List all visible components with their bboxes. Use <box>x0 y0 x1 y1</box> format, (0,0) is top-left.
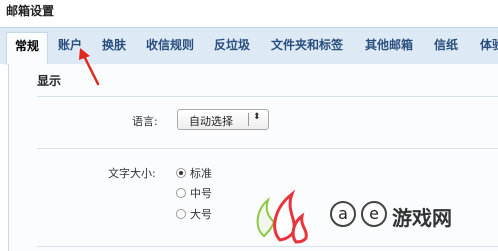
language-select[interactable]: 自动选择 ⬍ <box>177 109 269 130</box>
radio-label: 大号 <box>190 208 212 221</box>
radio-unchecked-icon <box>176 209 186 219</box>
language-select-value: 自动选择 <box>189 115 233 128</box>
tab-mail-rules[interactable]: 收信规则 <box>146 36 194 53</box>
section-title: 显示 <box>37 74 62 88</box>
radio-label: 标准 <box>190 167 212 180</box>
row-divider <box>37 148 498 149</box>
tab-general[interactable]: 常规 <box>6 32 49 65</box>
watermark-letter-a: a <box>330 201 356 227</box>
language-label: 语言: <box>132 115 158 128</box>
font-size-label: 文字大小: <box>108 167 156 180</box>
tab-stationery[interactable]: 信纸 <box>434 36 458 53</box>
select-divider <box>248 113 249 126</box>
radio-unchecked-icon <box>176 188 186 198</box>
radio-checked-icon <box>176 168 186 178</box>
font-size-large-radio[interactable]: 大号 <box>176 206 212 222</box>
font-size-medium-radio[interactable]: 中号 <box>176 185 212 201</box>
tab-other-mailbox[interactable]: 其他邮箱 <box>365 36 413 53</box>
red-arrow-annotation-icon <box>79 48 100 86</box>
section-divider <box>37 96 498 97</box>
watermark-site-name: 游戏网 <box>392 206 452 230</box>
watermark-logo: a e 游戏网 <box>250 188 498 248</box>
tab-folders-labels[interactable]: 文件夹和标签 <box>271 36 343 53</box>
page-title: 邮箱设置 <box>6 4 55 18</box>
radio-label: 中号 <box>190 187 212 200</box>
tab-antispam[interactable]: 反垃圾 <box>214 36 250 53</box>
tab-experience[interactable]: 体验 <box>480 36 498 53</box>
watermark-letter-e: e <box>361 201 387 227</box>
flame-logo-icon <box>256 189 308 244</box>
font-size-standard-radio[interactable]: 标准 <box>176 165 212 181</box>
updown-arrows-icon: ⬍ <box>253 112 261 122</box>
